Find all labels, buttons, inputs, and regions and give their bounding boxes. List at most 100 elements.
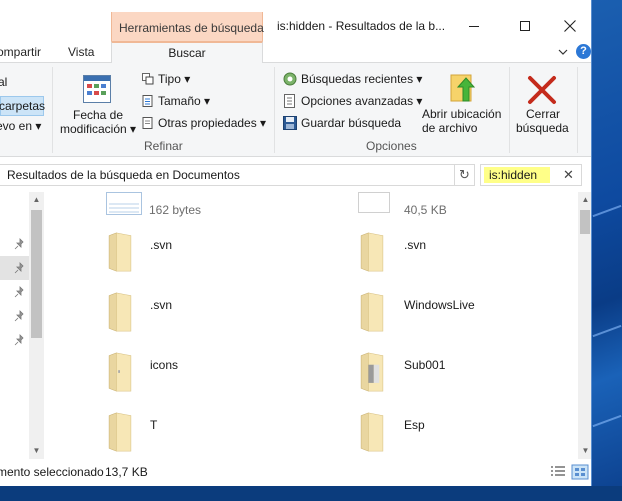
folder-icon [108,292,132,332]
tipo-icon [142,73,154,85]
refresh-icon: ↻ [459,167,470,182]
ribbon-tab-strip: ompartir Vista Buscar ? [0,41,591,64]
scroll-up-icon[interactable]: ▲ [580,195,591,205]
title-bar: Herramientas de búsqueda is:hidden - Res… [0,0,591,41]
busquedas-recientes-button[interactable]: Búsquedas recientes ▾ [301,72,422,86]
pin-icon[interactable] [14,334,26,346]
search-clear-icon[interactable]: ✕ [563,167,574,183]
file-name: T [150,418,158,432]
large-icons-view-icon[interactable] [571,464,589,480]
search-box[interactable]: ✕ [480,164,582,186]
close-button[interactable] [548,12,591,40]
ribbon-left-item[interactable]: evo en ▾ [0,119,41,133]
file-size: 162 bytes [149,203,202,217]
pin-icon[interactable] [14,238,26,250]
list-item[interactable]: Esp [358,410,558,458]
cerrar-label-line2: búsqueda [516,121,569,135]
details-view-icon[interactable] [549,464,567,480]
folder-icon [108,352,132,392]
file-name: Sub001 [404,358,446,372]
status-size: 13,7 KB [105,465,148,479]
list-item[interactable]: Sub001 [358,350,558,398]
list-item[interactable]: icons [106,350,306,398]
window-title: is:hidden - Resultados de la b... [277,19,446,33]
ribbon-left-item-selected[interactable]: carpetas [0,96,46,116]
pin-icon[interactable] [14,262,26,274]
ribbon-separator [52,67,53,153]
status-selection: mento seleccionado [0,465,104,479]
ribbon-separator [509,67,510,153]
content-scrollbar[interactable]: ▲ ▼ [578,192,591,459]
status-bar: mento seleccionado 13,7 KB [0,459,591,486]
cerrar-label-line1: Cerrar [526,107,561,121]
folder-icon [108,232,132,272]
list-item[interactable]: 162 bytes [106,192,306,220]
abrir-label-line2: de archivo [422,121,478,135]
tab-buscar[interactable]: Buscar [111,41,263,64]
pin-icon[interactable] [14,310,26,322]
tamano-button[interactable]: Tamaño ▾ [158,94,210,108]
taskbar [0,486,622,501]
search-input[interactable] [489,168,555,182]
folder-icon [108,412,132,452]
guardar-busqueda-button[interactable]: Guardar búsqueda [301,116,401,130]
list-item[interactable]: WindowsLive [358,290,558,338]
nav-scrollbar[interactable]: ▲ ▼ [29,192,44,459]
desktop-light-ray [592,204,622,218]
tab-compartir[interactable]: ompartir [0,45,41,59]
green-arrow-icon[interactable] [450,73,476,103]
opciones-avanzadas-button[interactable]: Opciones avanzadas ▾ [301,94,422,108]
scroll-up-icon[interactable]: ▲ [31,195,42,205]
close-icon [564,20,576,32]
list-item[interactable]: .svn [106,230,306,278]
desktop-background [592,0,622,501]
address-path: Resultados de la búsqueda en Documentos [7,168,240,182]
pin-icon[interactable] [14,286,26,298]
tab-vista[interactable]: Vista [68,45,94,59]
file-name: .svn [404,238,427,252]
red-x-icon[interactable] [527,75,557,105]
tipo-button[interactable]: Tipo ▾ [158,72,190,86]
list-item[interactable]: 40,5 KB [358,192,558,220]
address-bar: Resultados de la búsqueda en Documentos … [0,157,591,192]
tamano-icon [142,95,153,107]
fecha-label-line2: modificación ▾ [60,122,137,136]
explorer-window: Herramientas de búsqueda is:hidden - Res… [0,0,592,486]
ribbon-separator [274,67,275,153]
content-scroll-thumb[interactable] [580,210,590,234]
minimize-button[interactable] [452,12,496,40]
file-name: Esp [404,418,425,432]
folder-icon [360,292,384,332]
refresh-button[interactable]: ↻ [455,164,475,186]
list-item[interactable]: .svn [106,290,306,338]
ribbon-left-item[interactable]: al [0,75,7,89]
maximize-button[interactable] [503,12,547,40]
list-item[interactable]: .svn [358,230,558,278]
otras-propiedades-icon [142,117,153,129]
navigation-pane: ▲ ▼ [0,192,44,459]
otras-propiedades-button[interactable]: Otras propiedades ▾ [158,116,266,130]
file-name: .svn [150,298,173,312]
folder-icon [360,352,384,392]
chevron-down-icon[interactable] [556,45,570,59]
ribbon: al carpetas evo en ▾ Fecha de modificaci… [0,63,591,157]
desktop-light-ray [592,414,622,428]
context-tab-label: Herramientas de búsqueda [119,21,264,35]
address-field[interactable]: Resultados de la búsqueda en Documentos [0,164,455,186]
file-name: .svn [150,238,173,252]
abrir-ubicacion-button[interactable]: Abrir ubicación de archivo [422,107,501,135]
maximize-icon [520,21,530,31]
list-item[interactable]: T [106,410,306,458]
ribbon-left-item-label: carpetas [0,99,46,113]
document-icon [106,192,142,215]
desktop-light-ray [592,324,622,338]
ribbon-separator [577,67,578,153]
file-name: icons [150,358,179,372]
scroll-down-icon[interactable]: ▼ [31,446,42,456]
scroll-down-icon[interactable]: ▼ [580,446,591,456]
context-tab-header: Herramientas de búsqueda [111,12,264,41]
help-icon[interactable]: ? [576,44,591,59]
cerrar-busqueda-button[interactable]: Cerrar búsqueda [514,107,569,135]
nav-scroll-thumb[interactable] [31,210,42,338]
calendar-icon[interactable] [83,75,111,103]
